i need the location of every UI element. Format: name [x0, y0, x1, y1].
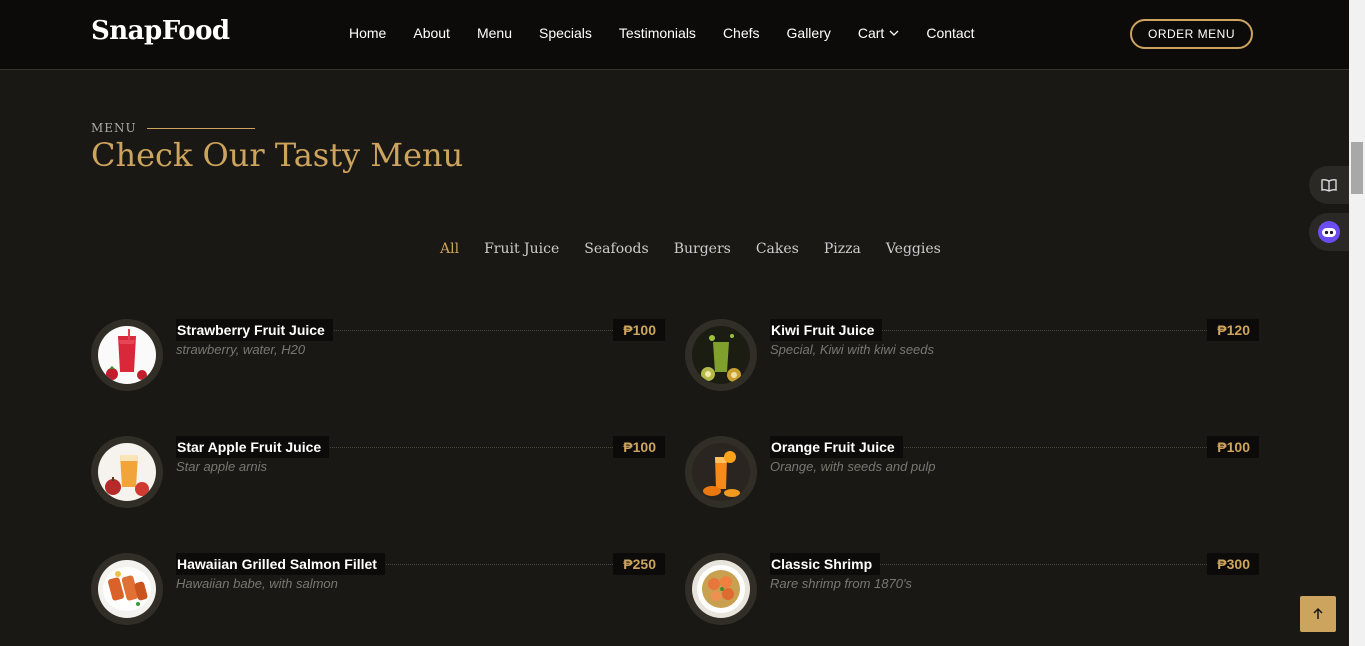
menu-item-name[interactable]: Kiwi Fruit Juice — [770, 319, 883, 341]
menu-item-thumb[interactable] — [91, 319, 163, 391]
nav-chefs[interactable]: Chefs — [723, 25, 760, 41]
nav-cart-label: Cart — [857, 25, 885, 41]
strawberry-juice-image — [98, 326, 156, 384]
assistant-button[interactable] — [1309, 213, 1349, 251]
section-subtitle-text: MENU — [91, 121, 137, 135]
filter-cakes[interactable]: Cakes — [756, 241, 799, 257]
menu-item-thumb[interactable] — [685, 319, 757, 391]
chevron-down-icon — [889, 30, 899, 36]
menu-item-thumb[interactable] — [91, 436, 163, 508]
filter-seafoods[interactable]: Seafoods — [584, 241, 648, 257]
menu-item-price: ₱250 — [613, 553, 665, 575]
back-to-top-button[interactable] — [1300, 596, 1336, 632]
menu-item: Kiwi Fruit Juice ₱120 Special, Kiwi with… — [685, 319, 1259, 391]
menu-item: Star Apple Fruit Juice ₱100 Star apple a… — [91, 436, 665, 508]
subtitle-divider — [146, 127, 255, 129]
filter-pizza[interactable]: Pizza — [824, 241, 861, 257]
filter-fruit-juice[interactable]: Fruit Juice — [484, 241, 559, 257]
menu-item-desc: Star apple arnis — [176, 459, 268, 474]
scrollbar-thumb[interactable] — [1351, 142, 1363, 194]
filter-burgers[interactable]: Burgers — [674, 241, 731, 257]
section-title: Check Our Tasty Menu — [91, 136, 464, 174]
menu-item-thumb[interactable] — [91, 553, 163, 625]
order-menu-button[interactable]: ORDER MENU — [1130, 19, 1253, 49]
shrimp-image — [692, 560, 750, 618]
salmon-fillet-image — [98, 560, 156, 618]
reader-mode-button[interactable] — [1309, 166, 1349, 204]
nav-contact[interactable]: Contact — [926, 25, 974, 41]
nav-home[interactable]: Home — [349, 25, 386, 41]
menu-item-price: ₱300 — [1207, 553, 1259, 575]
menu-item-price: ₱100 — [1207, 436, 1259, 458]
main-nav: Home About Menu Specials Testimonials Ch… — [349, 25, 975, 41]
menu-item-name[interactable]: Classic Shrimp — [770, 553, 881, 575]
section-subtitle: MENU — [91, 121, 255, 135]
menu-item: Hawaiian Grilled Salmon Fillet ₱250 Hawa… — [91, 553, 665, 625]
nav-gallery[interactable]: Gallery — [787, 25, 831, 41]
menu-item-price: ₱100 — [613, 319, 665, 341]
menu-item-name[interactable]: Strawberry Fruit Juice — [176, 319, 333, 341]
menu-item-desc: Orange, with seeds and pulp — [770, 459, 936, 474]
menu-item-price: ₱100 — [613, 436, 665, 458]
header: SnapFood Home About Menu Specials Testim… — [0, 0, 1349, 70]
page-scrollbar[interactable] — [1349, 0, 1365, 646]
filter-veggies[interactable]: Veggies — [886, 241, 941, 257]
menu-item-name[interactable]: Hawaiian Grilled Salmon Fillet — [176, 553, 385, 575]
menu-item-desc: Hawaiian babe, with salmon — [176, 576, 338, 591]
nav-about[interactable]: About — [413, 25, 450, 41]
arrow-up-icon — [1313, 607, 1323, 619]
nav-cart[interactable]: Cart — [858, 25, 899, 41]
kiwi-juice-image — [692, 326, 750, 384]
menu-item: Strawberry Fruit Juice ₱100 strawberry, … — [91, 319, 665, 391]
star-apple-juice-image — [98, 443, 156, 501]
book-icon — [1321, 178, 1337, 192]
bot-icon — [1318, 221, 1340, 243]
nav-menu[interactable]: Menu — [477, 25, 512, 41]
menu-item-desc: Rare shrimp from 1870's — [770, 576, 912, 591]
menu-filters: All Fruit Juice Seafoods Burgers Cakes P… — [440, 241, 941, 257]
menu-item-desc: Special, Kiwi with kiwi seeds — [770, 342, 935, 357]
logo[interactable]: SnapFood — [91, 16, 230, 46]
menu-item: Orange Fruit Juice ₱100 Orange, with see… — [685, 436, 1259, 508]
menu-item: Classic Shrimp ₱300 Rare shrimp from 187… — [685, 553, 1259, 625]
menu-item-price: ₱120 — [1207, 319, 1259, 341]
menu-item-name[interactable]: Orange Fruit Juice — [770, 436, 903, 458]
menu-item-desc: strawberry, water, H20 — [176, 342, 306, 357]
nav-testimonials[interactable]: Testimonials — [619, 25, 696, 41]
menu-item-thumb[interactable] — [685, 553, 757, 625]
orange-juice-image — [692, 443, 750, 501]
filter-all[interactable]: All — [440, 241, 459, 257]
nav-specials[interactable]: Specials — [539, 25, 592, 41]
menu-item-thumb[interactable] — [685, 436, 757, 508]
menu-item-name[interactable]: Star Apple Fruit Juice — [176, 436, 330, 458]
